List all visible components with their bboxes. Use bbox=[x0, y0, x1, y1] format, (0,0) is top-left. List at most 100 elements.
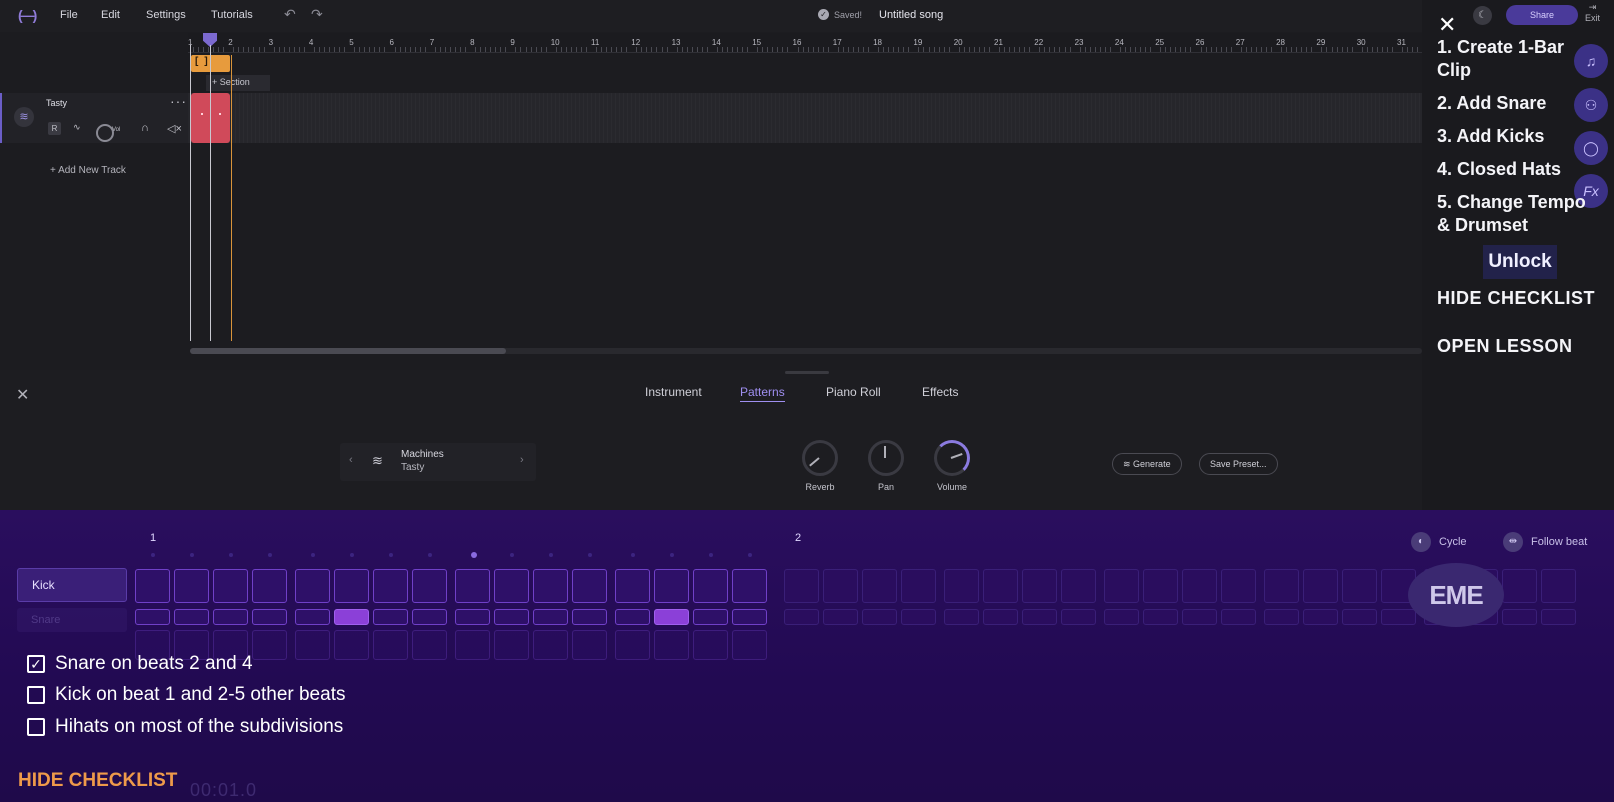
hihat-step[interactable] bbox=[732, 630, 767, 660]
snare-step[interactable] bbox=[654, 609, 689, 625]
hide-checklist-link[interactable]: HIDE CHECKLIST bbox=[1437, 288, 1595, 309]
row-label-snare[interactable]: Snare bbox=[17, 608, 127, 632]
undo-icon[interactable]: ↶ bbox=[284, 6, 296, 23]
collaborators-icon[interactable]: ⚇ bbox=[1574, 88, 1608, 122]
close-icon[interactable]: ✕ bbox=[16, 385, 29, 405]
add-new-track-button[interactable]: + Add New Track bbox=[50, 165, 126, 176]
kick-step-inactive[interactable] bbox=[1061, 569, 1096, 603]
headphones-icon[interactable]: ∩ bbox=[141, 122, 149, 134]
snare-step-inactive[interactable] bbox=[1381, 609, 1416, 625]
hihat-step[interactable] bbox=[252, 630, 287, 660]
kick-step[interactable] bbox=[615, 569, 650, 603]
timeline-ruler[interactable]: 1 2 3 4 5 6 7 8 9 10 11 12 13 14 15 16 17 18 19 20 21 22 23 24 2… bbox=[188, 33, 1434, 53]
follow-beat-toggle[interactable]: ⇹ Follow beat bbox=[1503, 532, 1587, 552]
snare-step[interactable] bbox=[373, 609, 408, 625]
kick-step-inactive[interactable] bbox=[1022, 569, 1057, 603]
checklist-item[interactable]: Kick on beat 1 and 2-5 other beats bbox=[27, 684, 345, 706]
kick-step-inactive[interactable] bbox=[1104, 569, 1139, 603]
snare-step-inactive[interactable] bbox=[862, 609, 897, 625]
hihat-step[interactable] bbox=[533, 630, 568, 660]
kick-step[interactable] bbox=[533, 569, 568, 603]
snare-step[interactable] bbox=[615, 609, 650, 625]
chevron-right-icon[interactable]: › bbox=[520, 454, 524, 466]
hihat-step[interactable] bbox=[615, 630, 650, 660]
lesson-step-2[interactable]: 2. Add Snare bbox=[1437, 92, 1546, 115]
snare-step[interactable] bbox=[252, 609, 287, 625]
hihat-step[interactable] bbox=[572, 630, 607, 660]
automation-icon[interactable]: ∿ bbox=[73, 122, 81, 133]
kick-step[interactable] bbox=[693, 569, 728, 603]
kick-step[interactable] bbox=[174, 569, 209, 603]
kick-step-inactive[interactable] bbox=[901, 569, 936, 603]
snare-step-inactive[interactable] bbox=[823, 609, 858, 625]
snare-step-inactive[interactable] bbox=[1104, 609, 1139, 625]
snare-step[interactable] bbox=[494, 609, 529, 625]
lesson-step-3[interactable]: 3. Add Kicks bbox=[1437, 125, 1544, 148]
hihat-step[interactable] bbox=[455, 630, 490, 660]
hihat-step[interactable] bbox=[654, 630, 689, 660]
kick-step-inactive[interactable] bbox=[1264, 569, 1299, 603]
kick-step-inactive[interactable] bbox=[1303, 569, 1338, 603]
lesson-step-1[interactable]: 1. Create 1-Bar Clip bbox=[1437, 36, 1564, 82]
menu-file[interactable]: File bbox=[60, 9, 78, 21]
cycle-toggle[interactable]: ◐ Cycle bbox=[1411, 532, 1467, 552]
kick-step-inactive[interactable] bbox=[823, 569, 858, 603]
pan-knob[interactable] bbox=[868, 440, 904, 476]
redo-icon[interactable]: ↷ bbox=[311, 6, 323, 23]
snare-step[interactable] bbox=[295, 609, 330, 625]
app-logo[interactable]: (—) bbox=[18, 7, 42, 23]
snare-step[interactable] bbox=[693, 609, 728, 625]
snare-step-inactive[interactable] bbox=[1143, 609, 1178, 625]
snare-step-inactive[interactable] bbox=[983, 609, 1018, 625]
kick-step[interactable] bbox=[412, 569, 447, 603]
snare-step[interactable] bbox=[572, 609, 607, 625]
close-icon[interactable]: ✕ bbox=[1438, 12, 1456, 38]
snare-step-inactive[interactable] bbox=[1221, 609, 1256, 625]
kick-step[interactable] bbox=[373, 569, 408, 603]
snare-step-inactive[interactable] bbox=[1264, 609, 1299, 625]
kick-step-inactive[interactable] bbox=[983, 569, 1018, 603]
kick-step-inactive[interactable] bbox=[862, 569, 897, 603]
checkbox-empty-icon[interactable] bbox=[27, 718, 45, 736]
checklist-item[interactable]: Hihats on most of the subdivisions bbox=[27, 716, 343, 738]
checkbox-checked-icon[interactable]: ✓ bbox=[27, 655, 45, 673]
kick-step[interactable] bbox=[213, 569, 248, 603]
snare-step[interactable] bbox=[213, 609, 248, 625]
kick-step[interactable] bbox=[654, 569, 689, 603]
kick-step[interactable] bbox=[732, 569, 767, 603]
generate-button[interactable]: ≋ Generate bbox=[1112, 453, 1182, 475]
hihat-step[interactable] bbox=[295, 630, 330, 660]
kick-step[interactable] bbox=[455, 569, 490, 603]
snare-step[interactable] bbox=[412, 609, 447, 625]
lesson-step-4[interactable]: 4. Closed Hats bbox=[1437, 158, 1561, 181]
kick-step-inactive[interactable] bbox=[1502, 569, 1537, 603]
open-lesson-link[interactable]: OPEN LESSON bbox=[1437, 336, 1573, 357]
row-label-kick[interactable]: Kick bbox=[17, 568, 127, 602]
panel-resize-handle[interactable] bbox=[785, 371, 829, 374]
instrument-selector[interactable]: ‹ ≋ Machines Tasty › bbox=[340, 443, 536, 481]
kick-step-inactive[interactable] bbox=[1541, 569, 1576, 603]
music-note-icon[interactable]: ♫ bbox=[1574, 44, 1608, 78]
track-lane[interactable] bbox=[188, 93, 1422, 143]
volume-knob[interactable] bbox=[934, 440, 970, 476]
hihat-step[interactable] bbox=[373, 630, 408, 660]
kick-step-inactive[interactable] bbox=[784, 569, 819, 603]
kick-step[interactable] bbox=[572, 569, 607, 603]
unlock-button[interactable]: Unlock bbox=[1483, 245, 1557, 279]
checkbox-empty-icon[interactable] bbox=[27, 686, 45, 704]
snare-step[interactable] bbox=[732, 609, 767, 625]
chevron-left-icon[interactable]: ‹ bbox=[349, 454, 353, 466]
snare-step[interactable] bbox=[334, 609, 369, 625]
snare-step-inactive[interactable] bbox=[1061, 609, 1096, 625]
snare-step[interactable] bbox=[174, 609, 209, 625]
snare-step[interactable] bbox=[135, 609, 170, 625]
hihat-step[interactable] bbox=[412, 630, 447, 660]
kick-step[interactable] bbox=[494, 569, 529, 603]
menu-edit[interactable]: Edit bbox=[101, 9, 120, 21]
hihat-step[interactable] bbox=[494, 630, 529, 660]
snare-step-inactive[interactable] bbox=[1342, 609, 1377, 625]
kick-step-inactive[interactable] bbox=[1143, 569, 1178, 603]
hihat-step[interactable] bbox=[334, 630, 369, 660]
song-title[interactable]: Untitled song bbox=[879, 9, 943, 21]
kick-step-inactive[interactable] bbox=[1342, 569, 1377, 603]
